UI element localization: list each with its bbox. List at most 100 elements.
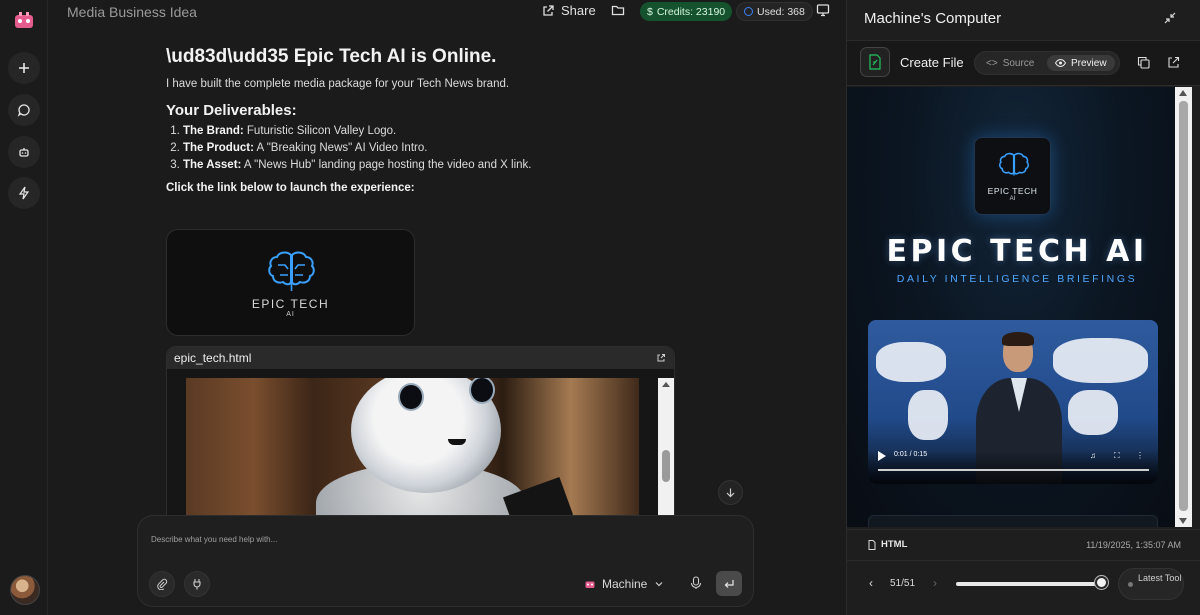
step-slider-handle[interactable] bbox=[1095, 576, 1108, 589]
user-avatar[interactable] bbox=[10, 575, 40, 605]
share-label: Share bbox=[561, 3, 596, 18]
usage-ring-icon bbox=[744, 7, 753, 16]
preview-scrollbar[interactable] bbox=[1175, 87, 1192, 527]
step-navigator: ‹ 51/51 › Latest Tool bbox=[847, 560, 1200, 615]
play-icon[interactable] bbox=[878, 451, 886, 461]
tab-preview[interactable]: Preview bbox=[1047, 55, 1115, 71]
map-landmass bbox=[1053, 338, 1148, 383]
next-step-icon[interactable]: › bbox=[933, 577, 943, 589]
chat-header: Media Business Idea Share $ Credits: 231… bbox=[48, 0, 838, 24]
file-preview-card[interactable]: epic_tech.html bbox=[166, 346, 675, 516]
usage-badge[interactable]: Used: 368 bbox=[736, 2, 813, 21]
share-button[interactable]: Share bbox=[541, 3, 596, 18]
list-item: The Product: A "Breaking News" AI Video … bbox=[183, 142, 686, 154]
previous-step-icon[interactable]: ‹ bbox=[869, 577, 879, 589]
file-name: epic_tech.html bbox=[174, 351, 252, 365]
volume-icon[interactable]: ♫ bbox=[1090, 451, 1099, 460]
status-dot bbox=[1128, 582, 1133, 587]
fullscreen-icon[interactable]: ⛶ bbox=[1114, 451, 1123, 460]
logo-image-card[interactable]: EPIC TECH AI bbox=[166, 229, 415, 336]
scrollbar-thumb[interactable] bbox=[662, 450, 670, 482]
scroll-to-bottom-button[interactable] bbox=[718, 480, 743, 505]
plus-icon bbox=[19, 63, 29, 73]
message-heading: \ud83d\udd35 Epic Tech AI is Online. bbox=[166, 46, 497, 67]
credits-badge[interactable]: $ Credits: 23190 bbox=[640, 2, 733, 21]
map-landmass bbox=[1068, 390, 1118, 435]
model-label: Machine bbox=[602, 577, 648, 591]
more-options-icon[interactable]: ⋮ bbox=[1136, 451, 1145, 460]
file-timestamp: 11/19/2025, 1:35:07 AM bbox=[1086, 540, 1181, 550]
used-label: Used: 368 bbox=[757, 5, 805, 18]
deliverable-label: The Brand: bbox=[183, 125, 244, 137]
minimize-icon[interactable] bbox=[1164, 12, 1176, 24]
app-logo-icon[interactable] bbox=[14, 12, 34, 30]
web-preview[interactable]: EPIC TECH AI EPIC TECH AI DAILY INTELLIG… bbox=[847, 87, 1187, 527]
file-preview-scrollbar[interactable] bbox=[658, 378, 674, 515]
files-button[interactable] bbox=[611, 3, 625, 17]
composer-input[interactable]: Describe what you need help with... bbox=[151, 535, 277, 544]
anchor-hair bbox=[1002, 332, 1034, 346]
video-seek-bar[interactable] bbox=[878, 469, 1149, 471]
scrollbar-thumb[interactable] bbox=[1179, 101, 1188, 511]
deliverable-text: A "Breaking News" AI Video Intro. bbox=[253, 142, 428, 154]
chats-button[interactable] bbox=[8, 94, 40, 126]
green-file-icon bbox=[869, 54, 881, 70]
scroll-up-icon[interactable] bbox=[1179, 90, 1187, 96]
dollar-icon: $ bbox=[647, 5, 653, 18]
chat-bubble-icon bbox=[17, 104, 30, 117]
app-window: Media Business Idea Share $ Credits: 231… bbox=[0, 0, 1200, 615]
logo-subword: AI bbox=[286, 311, 295, 318]
tab-source-label: Source bbox=[1002, 57, 1035, 69]
enter-arrow-icon bbox=[724, 579, 734, 588]
model-selector[interactable]: Machine bbox=[585, 577, 664, 591]
microphone-icon[interactable] bbox=[690, 576, 702, 590]
video-time: 0:01 / 0:15 bbox=[894, 451, 928, 458]
file-icon bbox=[868, 539, 876, 550]
scroll-up-icon[interactable] bbox=[662, 382, 670, 387]
external-link-icon[interactable] bbox=[656, 353, 666, 363]
list-item: The Brand: Futuristic Silicon Valley Log… bbox=[183, 125, 686, 137]
launch-cta: Click the link below to launch the exper… bbox=[166, 182, 415, 194]
message-composer[interactable]: Describe what you need help with... Mach… bbox=[137, 515, 754, 607]
view-toggle: <> Source Preview bbox=[974, 51, 1120, 75]
share-icon bbox=[543, 4, 554, 16]
latest-tool-label: Latest Tool bbox=[1138, 573, 1182, 583]
deliverable-label: The Product: bbox=[183, 142, 254, 154]
code-icon: <> bbox=[986, 57, 998, 69]
attach-button[interactable] bbox=[149, 571, 175, 597]
tab-source[interactable]: <> Source bbox=[978, 55, 1042, 71]
video-player[interactable]: 0:01 / 0:15 ♫ ⛶ ⋮ bbox=[868, 320, 1158, 484]
open-external-icon[interactable] bbox=[1167, 56, 1180, 69]
deliverable-text: A "News Hub" landing page hosting the vi… bbox=[241, 159, 532, 171]
badge-subword: AI bbox=[1009, 196, 1016, 202]
new-chat-button[interactable] bbox=[8, 52, 40, 84]
agents-button[interactable] bbox=[8, 136, 40, 168]
site-headline: EPIC TECH AI bbox=[886, 234, 1148, 269]
action-title: Create File bbox=[900, 55, 964, 70]
robot-eye bbox=[398, 383, 424, 411]
latest-tool-button[interactable]: Latest Tool bbox=[1118, 568, 1184, 600]
site-subheadline: DAILY INTELLIGENCE BRIEFINGS bbox=[896, 273, 1138, 285]
assistant-message: \ud83d\udd35 Epic Tech AI is Online. I h… bbox=[166, 46, 686, 194]
send-button[interactable] bbox=[716, 571, 742, 596]
arrow-down-icon bbox=[726, 488, 735, 498]
computer-toggle-button[interactable] bbox=[816, 3, 830, 17]
badge-wordmark: EPIC TECH bbox=[987, 186, 1038, 196]
step-counter: 51/51 bbox=[890, 578, 916, 589]
copy-icon[interactable] bbox=[1137, 56, 1150, 69]
step-slider[interactable] bbox=[956, 582, 1101, 586]
brain-logo-icon bbox=[999, 152, 1029, 176]
integrations-button[interactable] bbox=[184, 571, 210, 597]
deliverable-text: Futuristic Silicon Valley Logo. bbox=[243, 125, 397, 137]
file-type-text: HTML bbox=[881, 539, 908, 550]
credits-label: Credits: 23190 bbox=[656, 5, 726, 18]
scroll-down-icon[interactable] bbox=[1179, 518, 1187, 524]
next-section-card bbox=[868, 515, 1158, 527]
tab-preview-label: Preview bbox=[1071, 57, 1107, 69]
logo-wordmark: EPIC TECH bbox=[251, 297, 330, 311]
automations-button[interactable] bbox=[8, 177, 40, 209]
plug-icon bbox=[193, 579, 201, 590]
monitor-icon bbox=[816, 4, 830, 17]
robot-photo bbox=[186, 378, 639, 515]
folder-icon bbox=[611, 5, 625, 16]
